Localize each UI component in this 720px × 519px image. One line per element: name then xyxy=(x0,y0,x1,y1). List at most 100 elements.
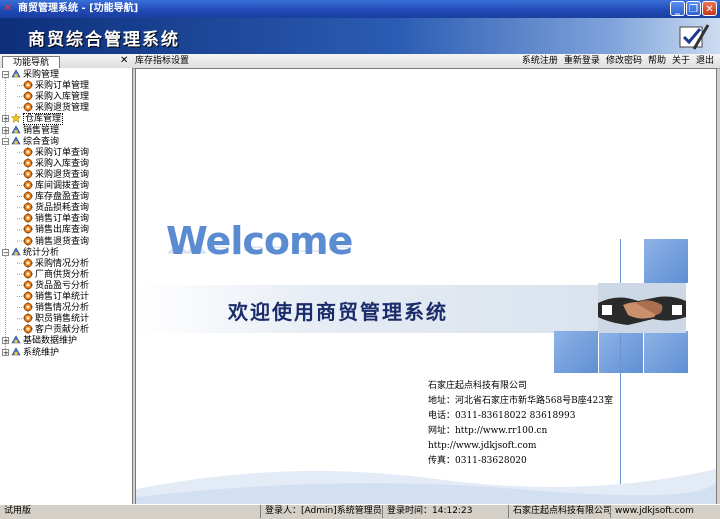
expand-icon[interactable]: + xyxy=(2,126,9,134)
gear-icon xyxy=(23,224,33,235)
status-website: www.jdkjsoft.com xyxy=(610,505,694,518)
gear-icon xyxy=(23,280,33,290)
tree-group-node[interactable]: 销售管理 xyxy=(11,124,60,136)
top-link[interactable]: 帮助 xyxy=(648,55,666,67)
tree-item-node[interactable]: 采购入库管理 xyxy=(23,91,89,102)
decor-square xyxy=(599,331,643,373)
banner-title: 商贸综合管理系统 xyxy=(28,30,180,50)
folder-icon xyxy=(11,135,21,146)
tree-item-node[interactable]: 货品盈亏分析 xyxy=(23,280,89,291)
gear-icon xyxy=(23,102,33,112)
tree-item-node[interactable]: 销售出库查询 xyxy=(23,224,89,235)
gear-icon xyxy=(23,202,33,212)
gear-icon xyxy=(23,169,33,179)
tree-group-node[interactable]: 综合查询 xyxy=(11,135,59,147)
tree-item-node[interactable]: 采购入库查询 xyxy=(23,158,89,169)
handshake-image xyxy=(598,283,686,333)
nav-toolbar: 功能导航 ✕ 库存指标设置 系统注册 重新登录 修改密码 帮助 关于 退出 xyxy=(0,54,720,69)
gear-icon xyxy=(23,324,33,334)
gear-icon xyxy=(23,80,33,90)
expand-icon[interactable]: + xyxy=(2,337,9,345)
tree-item-node[interactable]: 厂商供货分析 xyxy=(23,269,89,280)
folder-icon xyxy=(11,335,21,345)
tree-node-label: 职员销售统计 xyxy=(35,314,90,325)
gear-icon xyxy=(23,213,33,223)
top-links: 系统注册 重新登录 修改密码 帮助 关于 退出 xyxy=(522,55,714,67)
tree-node-label: 采购订单查询 xyxy=(35,147,90,158)
gear-icon xyxy=(23,191,33,201)
tree-node-label: 销售订单查询 xyxy=(35,214,90,225)
folder-icon xyxy=(11,246,21,257)
company-line: 地址：河北省石家庄市新华路568号B座423室 xyxy=(428,396,613,406)
company-line: 网址：http://www.rr100.cn xyxy=(428,426,548,436)
tree-node-label: 货品损耗查询 xyxy=(35,203,90,214)
close-icon[interactable]: ✕ xyxy=(120,55,128,67)
tree-item-node[interactable]: 采购订单查询 xyxy=(23,146,90,158)
app-banner: 商贸综合管理系统 xyxy=(0,18,720,54)
status-login-time: 登录时间：14:12:23 xyxy=(382,505,472,518)
folder-icon xyxy=(11,346,21,357)
top-link[interactable]: 关于 xyxy=(672,55,690,67)
tree-group-node[interactable]: 统计分析 xyxy=(11,246,60,258)
tree-group-node[interactable]: 基础数据维护 xyxy=(11,335,77,346)
top-link[interactable]: 系统注册 xyxy=(522,55,558,67)
tree-item-node[interactable]: 库存盘盈查询 xyxy=(23,191,89,202)
tree-item-node[interactable]: 采购退货查询 xyxy=(23,169,89,180)
decor-square xyxy=(644,239,688,283)
tree-item-node[interactable]: 货品损耗查询 xyxy=(23,202,89,213)
top-link[interactable]: 重新登录 xyxy=(564,55,600,67)
collapse-icon[interactable]: − xyxy=(2,71,9,79)
status-bar: 试用版 登录人：[Admin]系统管理员 登录时间：14:12:23 石家庄起点… xyxy=(0,504,720,519)
top-link[interactable]: 修改密码 xyxy=(606,55,642,67)
tree-node-label: 销售情况分析 xyxy=(35,303,90,314)
tree-item-node[interactable]: 客户贡献分析 xyxy=(23,324,89,335)
close-button[interactable]: ✕ xyxy=(702,1,717,16)
tree-node-label: 采购退货查询 xyxy=(35,169,90,180)
top-link[interactable]: 退出 xyxy=(696,55,714,67)
window-title: 商贸管理系统 - [功能导航] xyxy=(18,3,139,14)
collapse-icon[interactable]: − xyxy=(2,248,9,256)
tree-item-node[interactable]: 库间调拨查询 xyxy=(23,180,89,191)
tree-node-label: 采购订单管理 xyxy=(35,81,90,92)
tree-node-label: 货品盈亏分析 xyxy=(35,280,90,291)
tree-node-label: 销售退货查询 xyxy=(35,236,90,247)
gear-icon xyxy=(23,313,33,323)
tree-node-label: 基础数据维护 xyxy=(23,336,78,347)
tree-item-node[interactable]: 采购退货管理 xyxy=(23,102,89,113)
welcome-heading: Welcome xyxy=(166,219,353,263)
tree-node-label: 采购入库管理 xyxy=(35,92,90,103)
collapse-icon[interactable]: − xyxy=(2,137,9,145)
tree-group-node[interactable]: 系统维护 xyxy=(11,346,60,358)
tree-node-label: 采购情况分析 xyxy=(35,258,90,269)
app-icon: ✕ xyxy=(3,3,13,14)
tree-node-label: 采购入库查询 xyxy=(35,158,90,169)
decor-wave xyxy=(136,469,716,505)
decor-square xyxy=(554,331,598,373)
tree-group-node[interactable]: 仓库管理 xyxy=(10,113,64,126)
tree-item-node[interactable]: 销售订单统计 xyxy=(23,291,89,302)
tree-node-label: 统计分析 xyxy=(23,247,60,258)
company-line: 石家庄起点科技有限公司 xyxy=(428,381,528,391)
gear-icon xyxy=(23,180,33,190)
expand-icon[interactable]: + xyxy=(2,348,9,356)
tree-item-node[interactable]: 销售订单查询 xyxy=(23,213,89,224)
tree-node-label: 销售出库查询 xyxy=(35,225,90,236)
folder-icon xyxy=(11,124,21,135)
tree-node-label: 厂商供货分析 xyxy=(35,269,90,280)
function-tree[interactable]: 采购管理 − 采购订单管理 采购入库管理 采购退货管理 仓库管理 + 销售管理 + 综合查询 − 采购… xyxy=(0,68,133,504)
tree-item-node[interactable]: 采购订单管理 xyxy=(23,80,89,91)
tree-item-node[interactable]: 职员销售统计 xyxy=(23,313,89,324)
welcome-slogan: 欢迎使用商贸管理系统 xyxy=(228,300,448,324)
minimize-button[interactable]: _ xyxy=(670,1,685,16)
tree-group-node[interactable]: 采购管理 xyxy=(11,69,59,80)
tree-node-label: 系统维护 xyxy=(23,347,60,358)
tree-node-label: 销售管理 xyxy=(23,125,60,136)
tree-item-node[interactable]: 销售情况分析 xyxy=(23,302,89,313)
restore-button[interactable]: ❐ xyxy=(686,1,701,16)
gear-icon xyxy=(23,269,33,279)
tree-item-node[interactable]: 采购情况分析 xyxy=(23,257,90,269)
gear-icon xyxy=(23,91,33,101)
tree-item-node[interactable]: 销售退货查询 xyxy=(23,235,90,247)
expand-icon[interactable]: + xyxy=(2,115,9,123)
window-titlebar[interactable]: ✕ 商贸管理系统 - [功能导航] _ ❐ ✕ xyxy=(0,0,720,18)
